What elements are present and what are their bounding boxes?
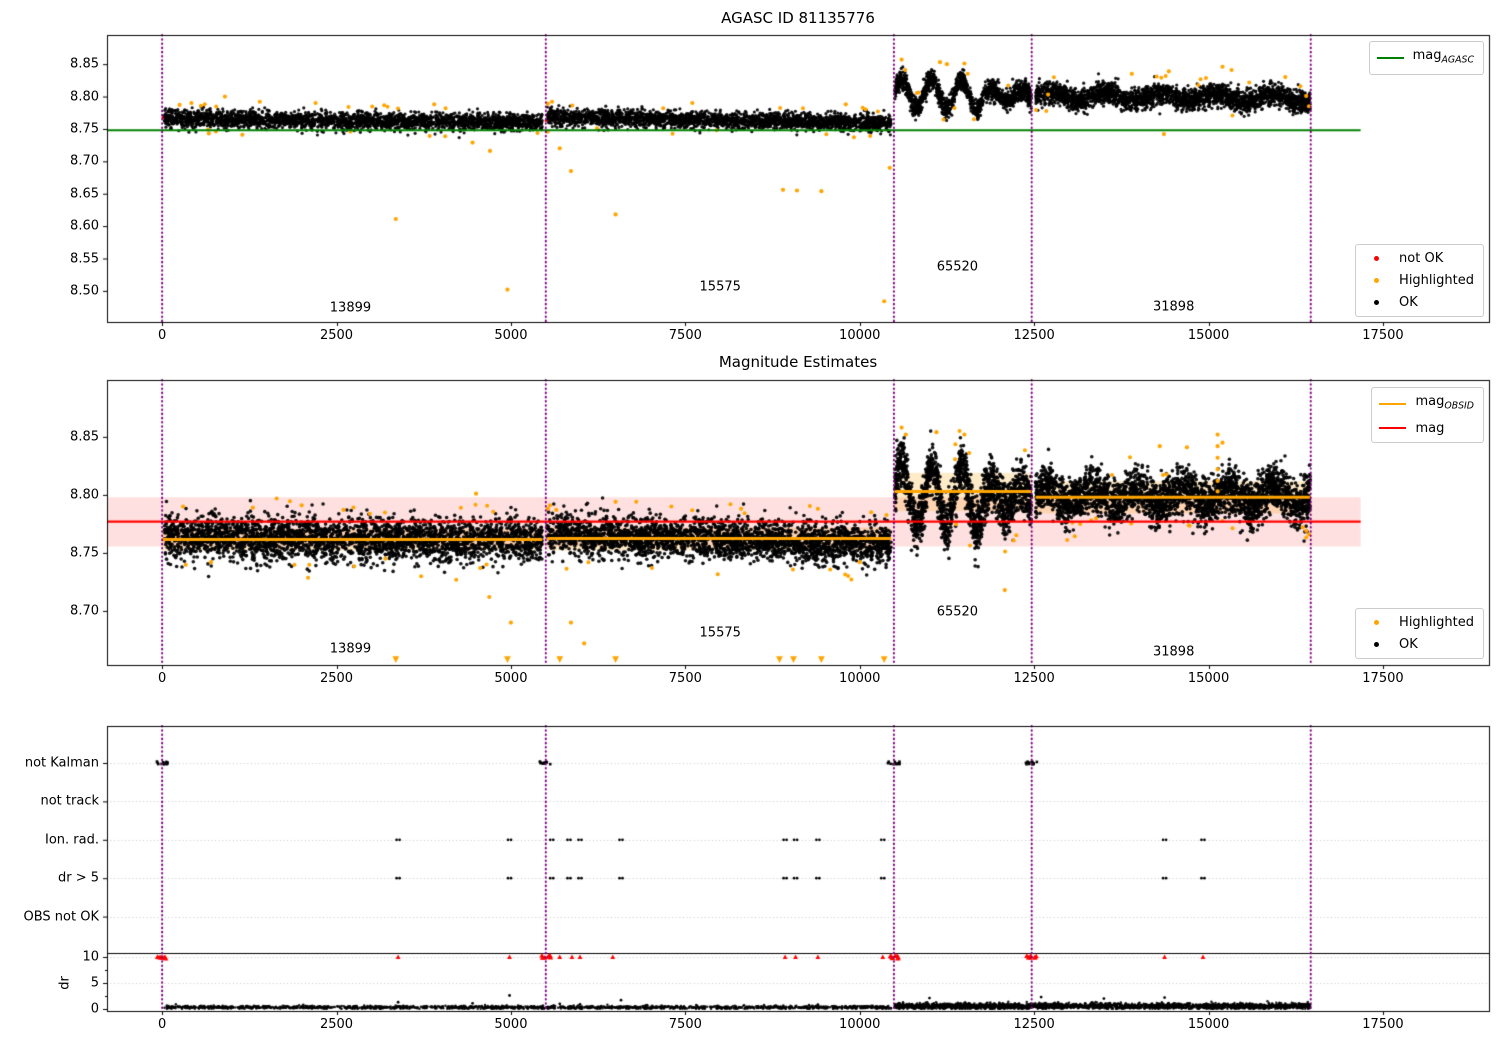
y-tick-label: 8.50 [70,283,99,299]
y-tick-label: 8.85 [70,56,99,72]
x-tick-label: 10000 [839,328,881,343]
x-tick-label: 2500 [319,328,354,343]
y-tick-label: 8.85 [70,429,99,445]
x-tick-label: 0 [157,328,167,343]
x-tick-label: 5000 [494,1017,528,1032]
x-tick-label: 15000 [1187,671,1230,686]
legend-dot-swatch [1363,642,1390,647]
obsid-annotation: 65520 [936,604,979,620]
legend-entry: magAGASC [1376,47,1474,69]
dr-tick-label: 10 [82,949,99,965]
legend-entry: Highlighted [1363,614,1474,631]
y-tick-label: 8.55 [70,251,99,266]
y-tick-label: 8.70 [70,153,99,169]
middle-legend-0: magOBSID mag [1371,387,1484,443]
legend-entry: magOBSID [1379,393,1474,415]
legend-marker [1379,427,1407,430]
legend-marker [1374,300,1380,305]
y-tick-label: 8.70 [70,603,99,619]
x-tick-label: 12500 [1013,671,1055,686]
legend-label: mag [1415,420,1445,436]
legend-label: OK [1399,295,1418,310]
legend-line-swatch [1376,56,1404,59]
y-tick-label: 8.80 [70,487,99,503]
x-tick-label: 17500 [1362,328,1404,343]
legend-marker [1374,642,1380,647]
legend-marker [1374,278,1380,283]
x-tick-label: 17500 [1362,1017,1404,1032]
y-tick-label: 8.80 [70,89,99,105]
x-tick-label: 12500 [1013,1017,1055,1032]
legend-entry: Highlighted [1363,272,1474,289]
top-legend-1: not OK Highlighted OK [1355,244,1484,317]
x-tick-label: 7500 [668,328,702,343]
y-tick-label: 8.75 [70,121,99,137]
legend-label: magAGASC [1412,48,1474,66]
legend-marker [1374,256,1380,261]
obsid-annotation: 31898 [1152,299,1195,315]
middle-panel-title: Magnitude Estimates [718,353,878,371]
x-tick-label: 7500 [668,1017,702,1032]
x-tick-label: 10000 [839,1017,881,1032]
legend-label: Highlighted [1399,615,1474,630]
category-label: dr > 5 [57,870,99,886]
legend-entry: OK [1363,636,1474,653]
obsid-annotation: 13899 [329,641,372,657]
legend-entry: OK [1363,294,1474,311]
dr-axis-label: dr [57,976,73,990]
x-tick-label: 5000 [494,328,528,343]
x-tick-label: 17500 [1362,671,1404,686]
dr-tick-label: 5 [90,975,99,991]
x-tick-label: 2500 [319,671,354,686]
top-panel-title: AGASC ID 81135776 [721,9,875,27]
legend-marker [1376,56,1404,59]
x-tick-label: 10000 [839,671,881,686]
legend-dot-swatch [1363,278,1390,283]
x-tick-label: 7500 [668,671,702,686]
x-tick-label: 0 [157,1017,167,1032]
legend-dot-swatch [1363,256,1390,261]
x-tick-label: 15000 [1187,1017,1230,1032]
category-label: not Kalman [24,755,99,771]
legend-label: magOBSID [1415,394,1474,412]
legend-label: OK [1399,637,1418,652]
legend-marker [1379,402,1407,405]
x-tick-label: 12500 [1013,328,1055,343]
legend-entry: not OK [1363,250,1474,267]
plot-canvas [0,0,1500,1050]
legend-dot-swatch [1363,620,1390,625]
category-label: Ion. rad. [45,832,99,848]
category-label: OBS not OK [23,909,100,925]
x-tick-label: 0 [157,671,167,686]
category-label: not track [40,793,99,809]
y-tick-label: 8.75 [70,545,99,561]
obsid-annotation: 15575 [699,279,741,295]
dr-tick-label: 0 [90,1001,99,1017]
legend-line-swatch [1379,427,1407,430]
obsid-annotation: 31898 [1152,644,1195,660]
y-tick-label: 8.65 [70,186,99,202]
legend-line-swatch [1379,402,1407,405]
top-legend-0: magAGASC [1368,41,1484,75]
legend-label: not OK [1399,251,1444,266]
x-tick-label: 15000 [1187,328,1230,343]
y-tick-label: 8.60 [70,218,99,234]
obsid-annotation: 13899 [329,300,372,316]
figure: AGASC ID 81135776 Magnitude Estimates 0 2… [0,0,1500,1050]
x-tick-label: 2500 [319,1017,354,1032]
obsid-annotation: 15575 [699,625,741,641]
middle-legend-1: Highlighted OK [1355,608,1484,659]
obsid-annotation: 65520 [936,259,979,275]
legend-dot-swatch [1363,300,1390,305]
x-tick-label: 5000 [494,671,528,686]
legend-label: Highlighted [1399,273,1474,288]
legend-marker [1374,620,1380,625]
legend-entry: mag [1379,420,1474,437]
